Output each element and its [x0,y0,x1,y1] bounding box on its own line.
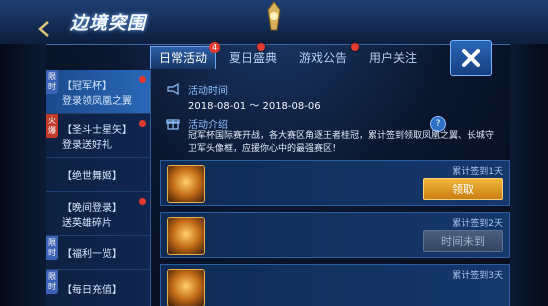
limited-tag: 限时 [46,236,58,260]
tab-follow[interactable]: 用户关注 [360,46,426,70]
left-ornament [0,44,46,306]
limited-tag: 限时 [46,70,58,94]
reward-row: 累计签到3天 [160,264,510,306]
phoenix-wing-reward-icon[interactable] [167,269,205,306]
event-intro-text: 冠军杯国际赛开战，各大赛区角逐王者桂冠，累计签到领取凤凰之翼、长城守卫军头像框，… [188,131,495,154]
tab-announcements[interactable]: 游戏公告 [290,43,360,70]
back-arrow-icon[interactable] [36,20,54,38]
notification-dot [139,198,146,205]
event-intro-title: 活动介绍 [188,120,228,131]
sidebar-item-saint-seiya[interactable]: 火爆 【圣斗士星矢】 登录送好礼 [46,114,150,158]
phoenix-wing-reward-icon[interactable] [167,165,205,203]
sidebar-item-champion-cup[interactable]: 限时 【冠军杯】 登录领凤凰之翼 [46,70,150,114]
notification-badge: 4 [209,42,221,53]
reward-row: 累计签到1天 领取 [160,160,510,206]
tab-daily-events[interactable]: 日常活动 4 [150,42,221,69]
event-time-title: 活动时间 [188,86,228,97]
time-not-reached-button[interactable]: 时间未到 [423,230,503,252]
notification-dot [139,120,146,127]
notification-dot [351,43,360,51]
event-list: 限时 【冠军杯】 登录领凤凰之翼 火爆 【圣斗士星矢】 登录送好礼 【绝世舞姬】… [46,70,151,306]
game-logo: 边境突围 [70,13,146,34]
claim-button[interactable]: 领取 [423,178,503,200]
reward-row: 累计签到2天 时间未到 [160,212,510,258]
sidebar-item-daily-recharge[interactable]: 限时 【每日充值】 [46,270,150,306]
right-ornament [510,44,548,306]
tab-summer-festival[interactable]: 夏日盛典 [220,43,286,70]
crest-ornament-icon [267,1,281,31]
event-detail: 活动时间 2018-08-01 ～ 2018-08-06 活动介绍 ? 冠军杯国… [154,70,510,306]
hot-tag: 火爆 [46,114,58,138]
sidebar-item-dancer[interactable]: 【绝世舞姬】 [46,158,150,192]
notification-dot [139,76,146,83]
event-time-range: 2018-08-01 ～ 2018-08-06 [188,101,321,112]
close-icon [462,49,480,67]
sidebar-item-evening-login[interactable]: 【晚间登录】 送英雄碎片 [46,192,150,236]
sidebar-item-welfare[interactable]: 限时 【福利一览】 [46,236,150,270]
top-header: 边境突围 [0,0,548,45]
event-window: 边境突围 日常活动 4 夏日盛典 游戏公告 用户关注 限时 【冠军杯】 登录领凤… [0,0,548,306]
phoenix-wing-reward-icon[interactable] [167,217,205,255]
notification-dot [257,43,266,51]
limited-tag: 限时 [46,270,58,294]
megaphone-icon [167,82,179,96]
tab-bar: 日常活动 4 夏日盛典 游戏公告 用户关注 [150,42,426,70]
gift-icon [166,119,180,130]
